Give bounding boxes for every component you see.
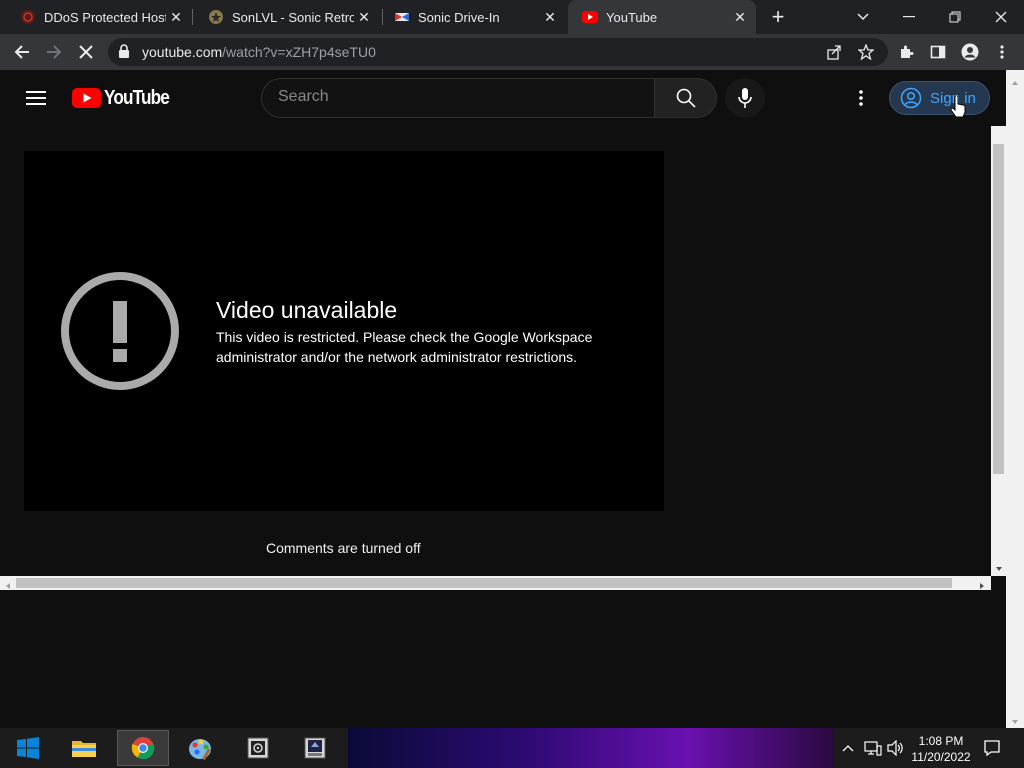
youtube-logo[interactable]: YouTube — [72, 86, 180, 110]
side-panel-icon[interactable] — [922, 34, 954, 70]
network-icon[interactable] — [863, 738, 883, 758]
scroll-left-arrow-icon[interactable] — [3, 578, 13, 589]
clock-date: 11/20/2022 — [911, 750, 971, 764]
youtube-logo-icon — [72, 88, 101, 108]
close-tab-icon[interactable]: ✕ — [354, 9, 374, 26]
close-tab-icon[interactable]: ✕ — [540, 9, 560, 26]
url-text[interactable]: youtube.com/watch?v=xZH7p4seTU0 — [142, 44, 376, 60]
tab-title: Sonic Drive-In — [418, 9, 500, 25]
tab-title: DDoS Protected Hostin — [44, 9, 166, 25]
outer-scroll-up-arrow-icon[interactable] — [1010, 75, 1020, 85]
ddos-favicon-icon — [20, 9, 36, 25]
chrome-menu-icon[interactable] — [986, 34, 1018, 70]
restore-icon[interactable] — [932, 0, 978, 34]
chrome-taskbar-icon[interactable] — [117, 730, 169, 766]
notifications-icon[interactable] — [982, 738, 1002, 758]
forward-icon[interactable] — [38, 34, 70, 70]
share-icon[interactable] — [818, 34, 850, 70]
scroll-right-arrow-icon[interactable] — [977, 578, 987, 589]
tab-search-icon[interactable] — [840, 0, 886, 34]
error-exclamation-icon — [60, 271, 180, 391]
close-window-icon[interactable] — [978, 0, 1024, 34]
horizontal-scrollbar-thumb[interactable] — [16, 578, 952, 588]
search-icon — [676, 88, 696, 108]
sonic-drivein-favicon-icon — [394, 9, 410, 25]
search-button[interactable] — [654, 78, 717, 118]
installer-app-taskbar-icon[interactable] — [289, 730, 341, 766]
paint-taskbar-icon[interactable] — [175, 730, 227, 766]
taskbar-clock[interactable]: 1:08 PM 11/20/2022 — [905, 733, 977, 765]
windows-start-icon[interactable] — [0, 728, 56, 768]
file-explorer-icon[interactable] — [58, 730, 110, 766]
back-icon[interactable] — [6, 34, 38, 70]
microphone-icon — [737, 87, 753, 109]
youtube-logo-text: YouTube — [104, 86, 170, 109]
clock-time: 1:08 PM — [918, 734, 964, 748]
comments-status: Comments are turned off — [266, 540, 421, 556]
hamburger-menu-icon[interactable] — [22, 84, 50, 112]
youtube-favicon-icon — [582, 9, 598, 25]
vertical-scrollbar-thumb[interactable] — [993, 144, 1004, 474]
tab-title: SonLVL - Sonic Retro — [232, 9, 354, 25]
error-title: Video unavailable — [216, 297, 398, 323]
new-tab-button[interactable]: + — [765, 4, 791, 30]
account-circle-icon — [900, 87, 922, 109]
lock-icon[interactable] — [118, 44, 132, 60]
close-tab-icon[interactable]: ✕ — [166, 9, 186, 26]
sonic-retro-favicon-icon — [208, 9, 224, 25]
page-background — [0, 590, 1006, 728]
minimize-icon[interactable] — [886, 0, 932, 34]
url-path: /watch?v=xZH7p4seTU0 — [222, 44, 376, 60]
profile-icon[interactable] — [954, 34, 986, 70]
show-hidden-icons-chevron-icon[interactable] — [840, 738, 856, 758]
url-host: youtube.com — [142, 44, 223, 60]
tab-sonic-drive-in[interactable]: Sonic Drive-In ✕ — [374, 0, 566, 34]
volume-icon[interactable] — [886, 738, 906, 758]
outer-vertical-scrollbar[interactable] — [1006, 70, 1024, 728]
bookmark-star-icon[interactable] — [850, 34, 882, 70]
close-tab-icon[interactable]: ✕ — [730, 9, 750, 26]
outer-scroll-down-arrow-icon[interactable] — [1010, 714, 1020, 724]
settings-menu-icon[interactable] — [850, 86, 872, 110]
voice-search-button[interactable] — [725, 78, 765, 118]
tab-title: YouTube — [606, 9, 658, 25]
hand-cursor-icon — [950, 95, 968, 120]
stop-loading-icon[interactable] — [70, 34, 102, 70]
tab-youtube[interactable]: YouTube ✕ — [568, 0, 756, 34]
taskbar-wallpaper-strip — [348, 728, 834, 768]
extensions-icon[interactable] — [890, 34, 922, 70]
search-input[interactable]: Search — [278, 88, 329, 106]
media-app-taskbar-icon[interactable] — [232, 730, 284, 766]
tab-ddos[interactable]: DDoS Protected Hostin ✕ — [0, 0, 192, 34]
error-message: This video is restricted. Please check t… — [216, 329, 593, 365]
tab-sonlvl[interactable]: SonLVL - Sonic Retro ✕ — [188, 0, 380, 34]
sign-in-button[interactable]: Sign in — [889, 81, 990, 115]
scroll-down-arrow-icon[interactable] — [994, 561, 1004, 571]
